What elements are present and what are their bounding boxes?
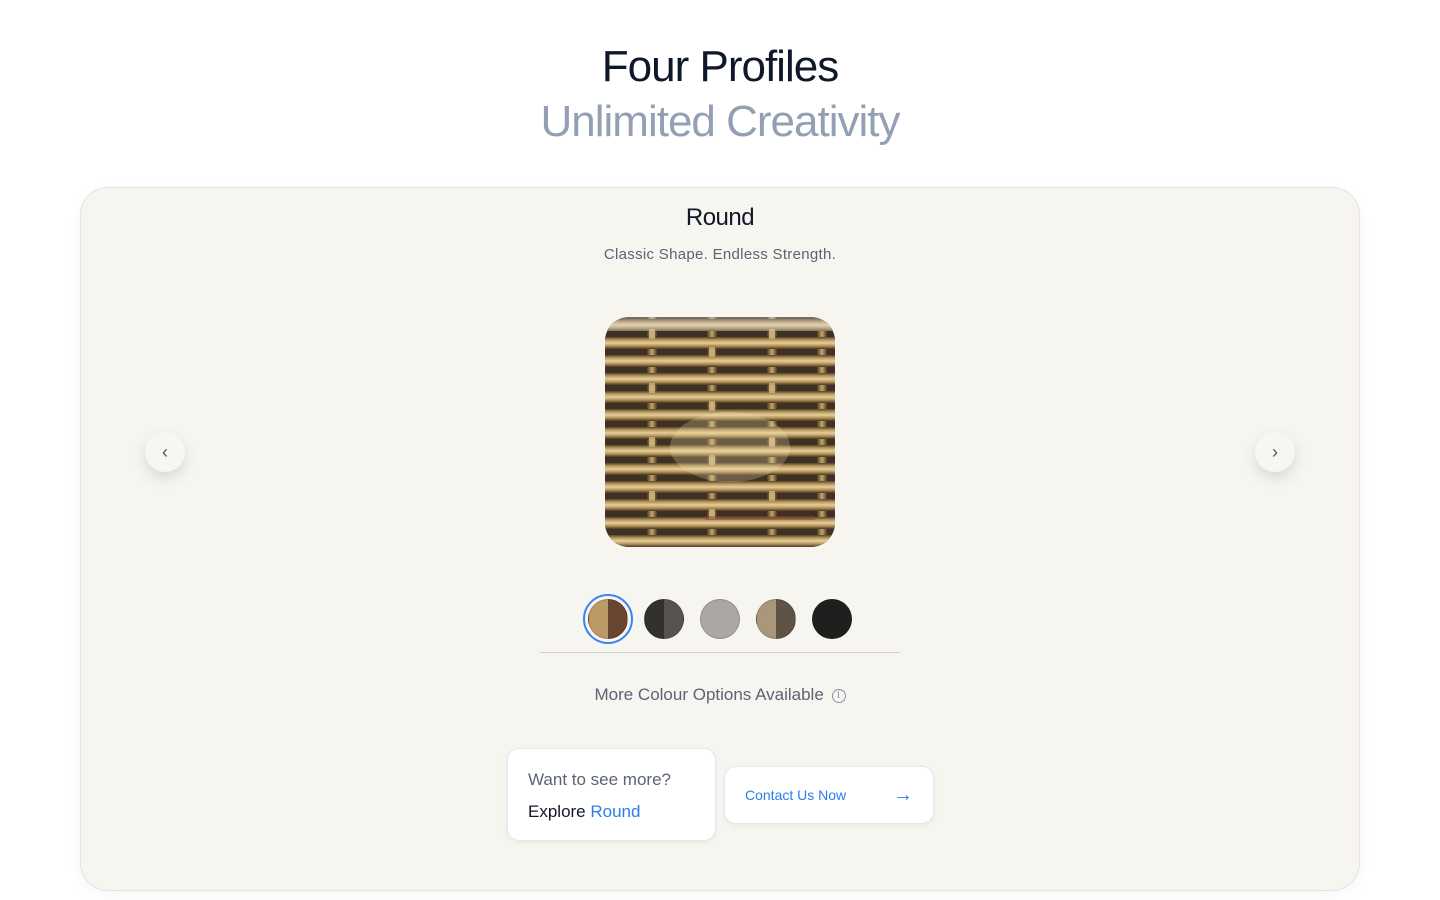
more-colour-options: More Colour Options Available i <box>81 685 1359 705</box>
divider <box>540 652 900 653</box>
heading-title: Four Profiles <box>601 42 839 91</box>
profile-subtitle: Classic Shape. Endless Strength. <box>603 246 837 263</box>
contact-us-label: Contact Us Now <box>745 787 847 803</box>
colour-swatch-black[interactable] <box>812 599 852 639</box>
previous-profile-button[interactable]: ‹ <box>145 432 185 472</box>
section-heading: Four Profiles Unlimited Creativity <box>0 40 1440 150</box>
weave-texture-image <box>605 317 835 547</box>
explore-line: Explore Round <box>528 801 695 823</box>
colour-swatch-row <box>81 594 1359 644</box>
chevron-right-icon: › <box>1272 441 1278 462</box>
more-colour-options-label: More Colour Options Available <box>594 685 824 704</box>
explore-round-link[interactable]: Round <box>590 802 640 821</box>
colour-swatch-sand-brown[interactable] <box>756 599 796 639</box>
heading-subtitle: Unlimited Creativity <box>540 97 901 146</box>
colour-swatch-charcoal[interactable] <box>644 599 684 639</box>
explore-question: Want to see more? <box>528 770 671 789</box>
arrow-right-icon: → <box>893 783 913 806</box>
profile-card: Round Classic Shape. Endless Strength. ‹… <box>80 187 1360 891</box>
profile-title: Round <box>685 204 755 231</box>
explore-prefix: Explore <box>528 802 586 821</box>
colour-swatch-grey[interactable] <box>700 599 740 639</box>
colour-swatch-natural-brown[interactable] <box>583 594 633 644</box>
next-profile-button[interactable]: › <box>1255 432 1295 472</box>
contact-us-button[interactable]: Contact Us Now → <box>724 766 934 824</box>
explore-card: Want to see more? Explore Round <box>507 748 716 841</box>
info-icon[interactable]: i <box>831 688 846 703</box>
chevron-left-icon: ‹ <box>162 441 168 462</box>
